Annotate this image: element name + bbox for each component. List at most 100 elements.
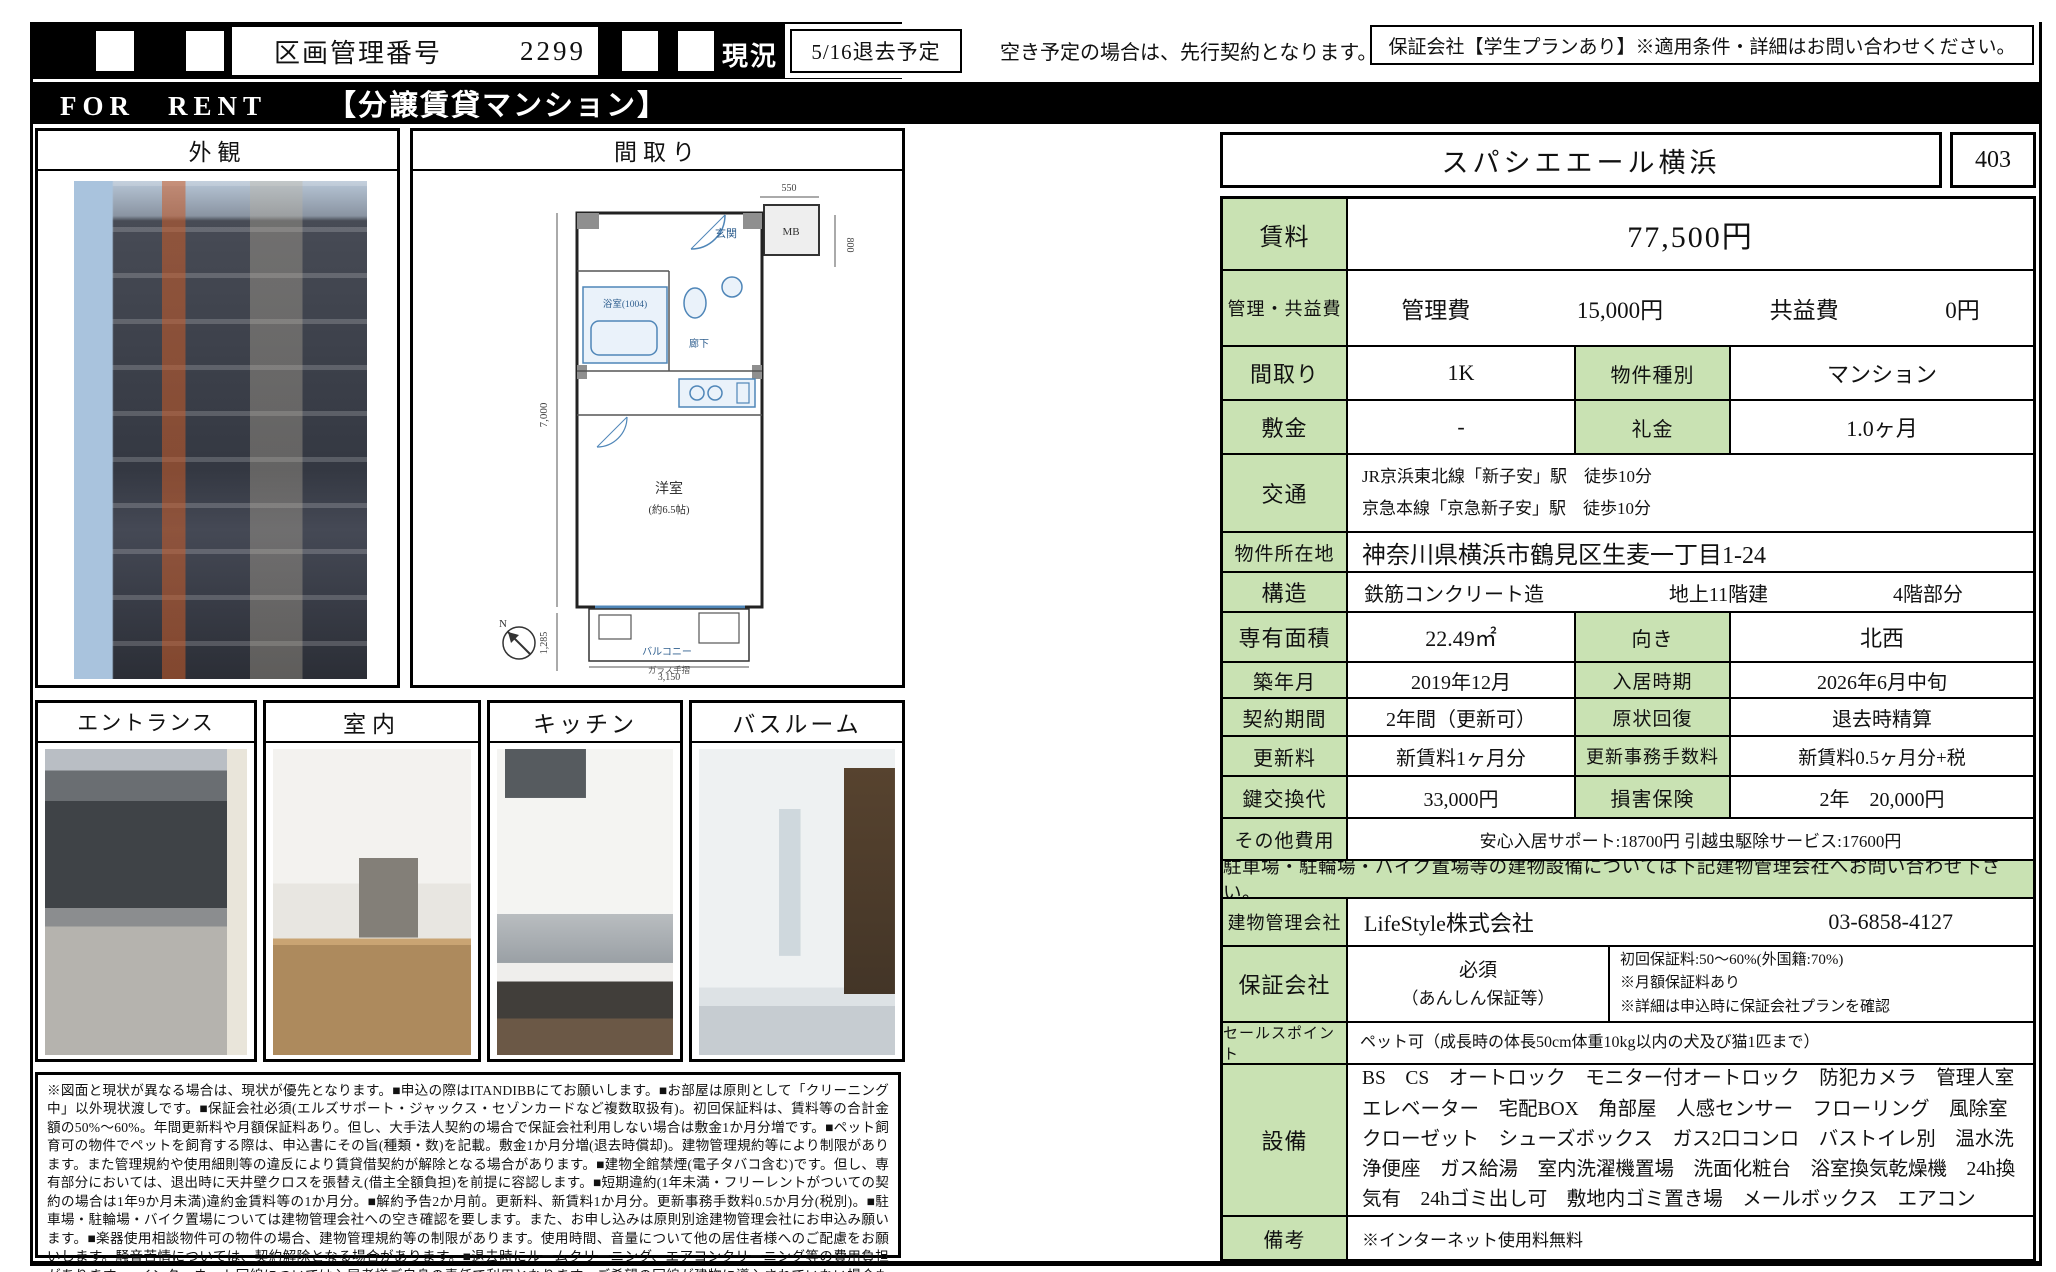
renewal-admin-label: 更新事務手数料 (1576, 737, 1731, 775)
guarantor-plan-note-box: 保証会社【学生プランあり】※適用条件・詳細はお問い合わせください。 (1370, 25, 2034, 65)
common-fee-value: 0円 (1945, 291, 1980, 325)
management-company: LifeStyle株式会社 (1364, 906, 1534, 938)
property-table: 賃料 77,500円 管理・共益費 管理費 15,000円 共益費 0円 間取り… (1220, 196, 2036, 1262)
dim-left-lower: 1,285 (539, 632, 550, 655)
movein-value: 2026年6月中旬 (1731, 663, 2033, 697)
lot-number-value: 2299 (520, 36, 586, 67)
type-value: マンション (1731, 347, 2033, 399)
row-contract: 契約期間 2年間（更新可） 原状回復 退去時精算 (1223, 699, 2033, 737)
meter-box-label: MB (782, 226, 799, 238)
row-equipment: 設備 BS CS オートロック モニター付オートロック 防犯カメラ 管理人室 エ… (1223, 1065, 2033, 1217)
advance-contract-note: 空き予定の場合は、先行契約となります。 (1000, 26, 1377, 74)
direction-label: 向き (1576, 613, 1731, 661)
deposit-label: 敷金 (1223, 401, 1348, 453)
floorplan-panel: 間取り 550 800 7,000 1,285 3,150 MB (410, 128, 905, 688)
layout-label: 間取り (1223, 347, 1348, 399)
structure-floors: 地上11階建 (1669, 578, 1768, 607)
equipment-label: 設備 (1223, 1065, 1348, 1215)
other-fees-value: 安心入居サポート:18700円 引越虫駆除サービス:17600円 (1348, 819, 2033, 859)
entrance-photo (45, 749, 247, 1055)
bathroom-title: バスルーム (692, 703, 902, 743)
rent-label: 賃料 (1223, 199, 1348, 269)
guarantor-requirement: 必須 （あんしん保証等） (1348, 947, 1610, 1021)
kitchen-photo (497, 749, 673, 1055)
north-label: N (499, 618, 507, 630)
dim-right: 800 (844, 238, 855, 253)
guarantor-company: （あんしん保証等） (1402, 986, 1555, 1012)
entrance-hall-label: 玄関 (715, 226, 737, 240)
structure-floor: 4階部分 (1893, 578, 1963, 607)
interior-title: 室内 (266, 703, 478, 743)
other-fees-label: その他費用 (1223, 819, 1348, 859)
rent-value: 77,500円 (1348, 199, 2033, 269)
remarks-value: ※インターネット使用料無料 (1348, 1217, 2033, 1259)
mgmt-fee-value: 15,000円 (1577, 291, 1663, 325)
row-area: 専有面積 22.49㎡ 向き 北西 (1223, 613, 2033, 663)
exterior-title: 外観 (38, 131, 397, 171)
remarks-label: 備考 (1223, 1217, 1348, 1259)
dim-left: 7,000 (538, 402, 550, 427)
guarantor-note-3: ※詳細は申込時に保証会社プランを確認 (1620, 996, 1890, 1019)
layout-value: 1K (1348, 347, 1576, 399)
exterior-photo (74, 181, 367, 679)
access-label: 交通 (1223, 455, 1348, 531)
glass-rail-label: ガラス手摺 (648, 665, 690, 675)
kitchen-title: キッチン (490, 703, 680, 743)
status-value-box: 5/16退去予定 (790, 29, 962, 73)
fees-value: 管理費 15,000円 共益費 0円 (1348, 271, 2033, 345)
guarantor-label: 保証会社 (1223, 947, 1348, 1021)
sales-point-label: セールスポイント (1223, 1023, 1348, 1063)
management-value: LifeStyle株式会社 03-6858-4127 (1348, 899, 2033, 945)
entrance-panel: エントランス (35, 700, 257, 1062)
built-value: 2019年12月 (1348, 663, 1576, 697)
row-access: 交通 JR京浜東北線「新子安」駅 徒歩10分 京急本線「京急新子安」駅 徒歩10… (1223, 455, 2033, 533)
address-label: 物件所在地 (1223, 533, 1348, 571)
header-white-box-4 (678, 31, 714, 71)
bathroom-panel: バスルーム (689, 700, 905, 1062)
mgmt-fee-key: 管理費 (1401, 291, 1470, 325)
guarantor-note-1: 初回保証料:50～60%(外国籍:70%) (1620, 949, 1843, 972)
access-value: JR京浜東北線「新子安」駅 徒歩10分 京急本線「京急新子安」駅 徒歩10分 (1348, 455, 2033, 531)
guarantor-required: 必須 (1459, 957, 1497, 986)
insurance-value: 2年 20,000円 (1731, 777, 2033, 817)
row-built: 築年月 2019年12月 入居時期 2026年6月中旬 (1223, 663, 2033, 699)
compass-icon: N (499, 618, 535, 659)
interior-panel: 室内 (263, 700, 481, 1062)
header-white-box-1 (96, 31, 134, 71)
row-parking-note: 駐車場・駐輪場・バイク置場等の建物設備については下記建物管理会社へお問い合わせ下… (1223, 861, 2033, 899)
row-layout: 間取り 1K 物件種別 マンション (1223, 347, 2033, 401)
rental-flyer: 区画管理番号 2299 現況 5/16退去予定 空き予定の場合は、先行契約となり… (0, 0, 2056, 1272)
for-rent-label: FOR RENT (60, 84, 267, 123)
room-size-label: (約6.5帖) (648, 503, 690, 516)
renewal-label: 更新料 (1223, 737, 1348, 775)
built-label: 築年月 (1223, 663, 1348, 697)
structure-label: 構造 (1223, 573, 1348, 611)
equipment-value: BS CS オートロック モニター付オートロック 防犯カメラ 管理人室 エレベー… (1348, 1065, 2033, 1215)
interior-photo (273, 749, 471, 1055)
access-line-1: JR京浜東北線「新子安」駅 徒歩10分 (1362, 461, 1652, 493)
guarantor-note-2: ※月額保証料あり (1620, 972, 1740, 995)
header-white-box-2 (186, 31, 224, 71)
exterior-panel: 外観 (35, 128, 400, 688)
structure-type: 鉄筋コンクリート造 (1364, 578, 1544, 607)
row-address: 物件所在地 神奈川県横浜市鶴見区生麦一丁目1-24 (1223, 533, 2033, 573)
renewal-admin-value: 新賃料0.5ヶ月分+税 (1731, 737, 2033, 775)
header-white-box-3 (622, 31, 658, 71)
address-value: 神奈川県横浜市鶴見区生麦一丁目1-24 (1348, 533, 2033, 571)
keyexchange-value: 33,000円 (1348, 777, 1576, 817)
type-label: 物件種別 (1576, 347, 1731, 399)
management-phone: 03-6858-4127 (1828, 909, 1953, 935)
parking-note: 駐車場・駐輪場・バイク置場等の建物設備については下記建物管理会社へお問い合わせ下… (1223, 861, 2033, 897)
building-name-box: スパシエエール横浜 (1220, 132, 1942, 188)
room-number-box: 403 (1950, 132, 2036, 188)
bathroom-label: 浴室(1004) (603, 298, 647, 310)
direction-value: 北西 (1731, 613, 2033, 661)
western-room-label: 洋室 (655, 480, 683, 497)
restore-value: 退去時精算 (1731, 699, 2033, 735)
disclaimer-text: ※図面と現状が異なる場合は、現状が優先となります。■申込の際はITANDIBBに… (35, 1072, 901, 1258)
insurance-label: 損害保険 (1576, 777, 1731, 817)
common-fee-key: 共益費 (1770, 291, 1839, 325)
row-keyexchange: 鍵交換代 33,000円 損害保険 2年 20,000円 (1223, 777, 2033, 819)
floorplan-drawing: 550 800 7,000 1,285 3,150 MB 玄関 (427, 175, 889, 683)
category-label: 【分譲賃貸マンション】 (327, 82, 668, 124)
